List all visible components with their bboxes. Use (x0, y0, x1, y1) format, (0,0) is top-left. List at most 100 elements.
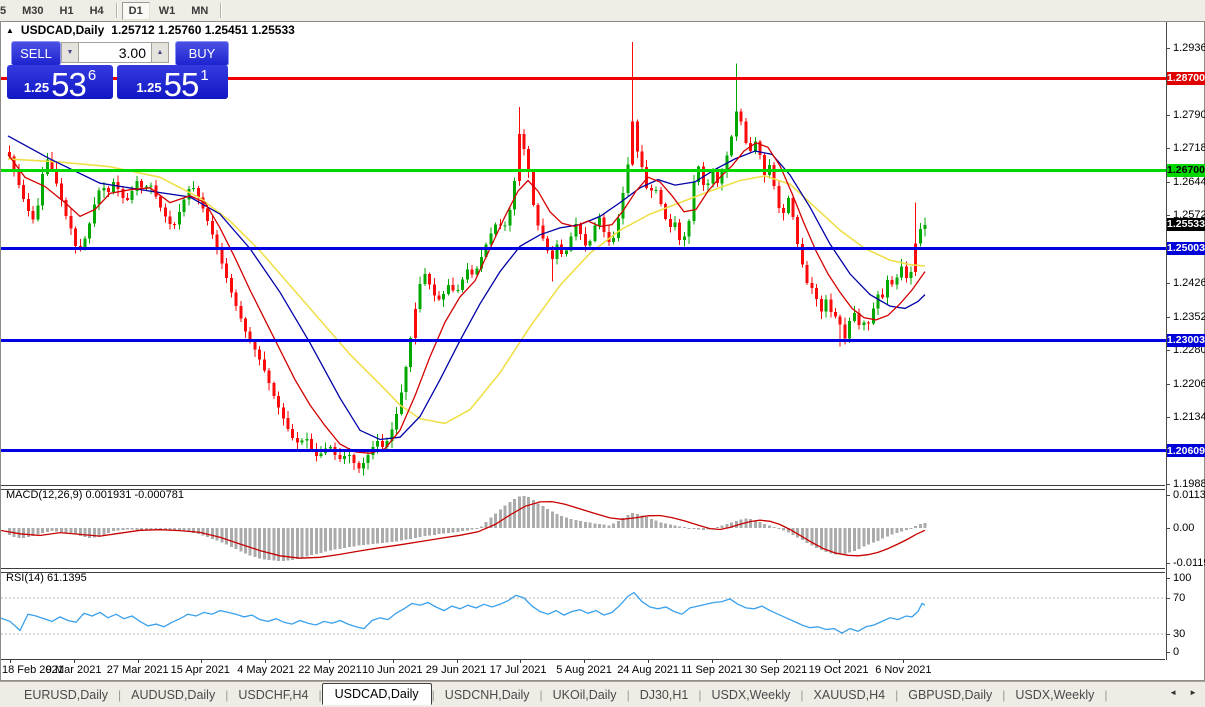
candle-body (919, 229, 922, 244)
macd-histogram-bar (206, 528, 209, 537)
buy-price-button[interactable]: 1.25 55 1 (117, 65, 228, 99)
candle-body (792, 198, 795, 217)
candle-body (310, 439, 313, 449)
candle-body (796, 217, 799, 244)
macd-histogram-bar (395, 528, 398, 541)
macd-histogram-bar (367, 528, 370, 545)
date-tick (584, 660, 585, 663)
macd-histogram-bar (220, 528, 223, 543)
macd-histogram-bar (324, 528, 327, 552)
level-price-badge: 1.23003 (1167, 334, 1205, 347)
candle-body (192, 188, 195, 189)
candle-body (291, 429, 294, 438)
candle-body (131, 191, 134, 200)
sell-price-button[interactable]: 1.25 53 6 (7, 65, 113, 99)
candle-body (452, 285, 455, 291)
macd-histogram-bar (584, 522, 587, 528)
candle-body (876, 295, 879, 309)
candle-body (924, 225, 927, 229)
macd-histogram-bar (527, 497, 530, 528)
candle-body (409, 338, 412, 367)
candle-body (164, 207, 167, 216)
axis-tick (1166, 215, 1170, 216)
candle-body (419, 284, 422, 309)
rsi-pane[interactable] (1, 571, 1166, 659)
pane-separator[interactable] (1, 568, 1165, 573)
axis-tick (1166, 48, 1170, 49)
symbol-tab-xauusd-8[interactable]: XAUUSD,H4 (804, 685, 896, 705)
candle-body (711, 171, 714, 184)
candle-body (329, 447, 332, 448)
collapse-arrow-icon[interactable]: ▲ (6, 26, 14, 35)
tab-scroll-right-icon[interactable]: ► (1189, 688, 1197, 697)
timeframe-button-w1[interactable]: W1 (152, 2, 183, 20)
macd-histogram-bar (721, 525, 724, 528)
macd-histogram-bar (716, 527, 719, 528)
symbol-tab-usdx-10[interactable]: USDX,Weekly (1005, 685, 1104, 705)
symbol-tab-dj30-6[interactable]: DJ30,H1 (630, 685, 699, 705)
spread-increase-button[interactable]: ▲ (151, 42, 169, 63)
macd-histogram-bar (371, 528, 374, 544)
symbol-tab-gbpusd-9[interactable]: GBPUSD,Daily (898, 685, 1002, 705)
macd-histogram-bar (574, 520, 577, 528)
candle-body (777, 186, 780, 208)
candle-body (471, 270, 474, 275)
macd-histogram-bar (471, 528, 474, 530)
symbol-tab-usdcnh-4[interactable]: USDCNH,Daily (435, 685, 540, 705)
macd-histogram-bar (499, 510, 502, 529)
macd-histogram-bar (522, 496, 525, 528)
macd-histogram-bar (258, 528, 261, 559)
macd-histogram-bar (225, 528, 228, 545)
date-label: 4 May 2021 (237, 664, 294, 676)
candle-body (428, 274, 431, 285)
tab-scroll-controls: ◄ ► (1169, 688, 1197, 697)
symbol-tab-usdx-7[interactable]: USDX,Weekly (701, 685, 800, 705)
buy-price-prefix: 1.25 (136, 80, 161, 95)
candle-body (98, 190, 101, 204)
macd-histogram-bar (697, 528, 700, 530)
candle-body (258, 350, 261, 360)
axis-tick (1166, 148, 1170, 149)
candle-body (494, 225, 497, 234)
symbol-tab-audusd-1[interactable]: AUDUSD,Daily (121, 685, 225, 705)
timeframe-button-d1[interactable]: D1 (122, 2, 150, 20)
candle-body (659, 190, 662, 204)
rsi-tick-label: 30 (1173, 628, 1185, 640)
macd-histogram-bar (357, 528, 360, 546)
symbol-tab-ukoil-5[interactable]: UKOil,Daily (543, 685, 627, 705)
macd-histogram-bar (36, 528, 39, 535)
candle-body (348, 455, 351, 456)
symbol-tab-eurusd-0[interactable]: EURUSD,Daily (14, 685, 118, 705)
buy-button[interactable]: BUY (175, 41, 229, 66)
timeframe-button-h1[interactable]: H1 (53, 2, 81, 20)
macd-histogram-bar (65, 528, 68, 533)
timeframe-button-5[interactable]: 5 (0, 2, 13, 20)
timeframe-button-mn[interactable]: MN (184, 2, 215, 20)
sell-button[interactable]: SELL (11, 41, 61, 66)
volume-input[interactable]: 3.00 (79, 42, 151, 63)
macd-histogram-bar (438, 528, 441, 534)
date-tick (393, 660, 394, 663)
price-tick-label: 1.23520 (1173, 311, 1205, 323)
macd-histogram-bar (801, 528, 804, 540)
candle-body (631, 122, 634, 165)
candle-body (730, 137, 733, 156)
price-axis[interactable]: 1.293601.279001.271801.264401.257201.242… (1166, 22, 1205, 660)
symbol-tab-usdcad-3[interactable]: USDCAD,Daily (322, 683, 432, 705)
macd-histogram-bar (659, 522, 662, 528)
time-axis-line (1, 659, 1165, 660)
macd-histogram-bar (55, 528, 58, 531)
timeframe-button-h4[interactable]: H4 (83, 2, 111, 20)
date-tick (265, 660, 266, 663)
axis-tick (1166, 317, 1170, 318)
date-label: 24 Aug 2021 (617, 664, 679, 676)
macd-histogram-bar (834, 528, 837, 554)
macd-histogram-bar (315, 528, 318, 554)
spread-decrease-button[interactable]: ▼ (61, 42, 79, 63)
candle-body (872, 309, 875, 324)
timeframe-button-m30[interactable]: M30 (15, 2, 50, 20)
macd-histogram-bar (376, 528, 379, 544)
tab-scroll-left-icon[interactable]: ◄ (1169, 688, 1177, 697)
symbol-tab-usdchf-2[interactable]: USDCHF,H4 (228, 685, 318, 705)
candle-body (655, 190, 658, 191)
